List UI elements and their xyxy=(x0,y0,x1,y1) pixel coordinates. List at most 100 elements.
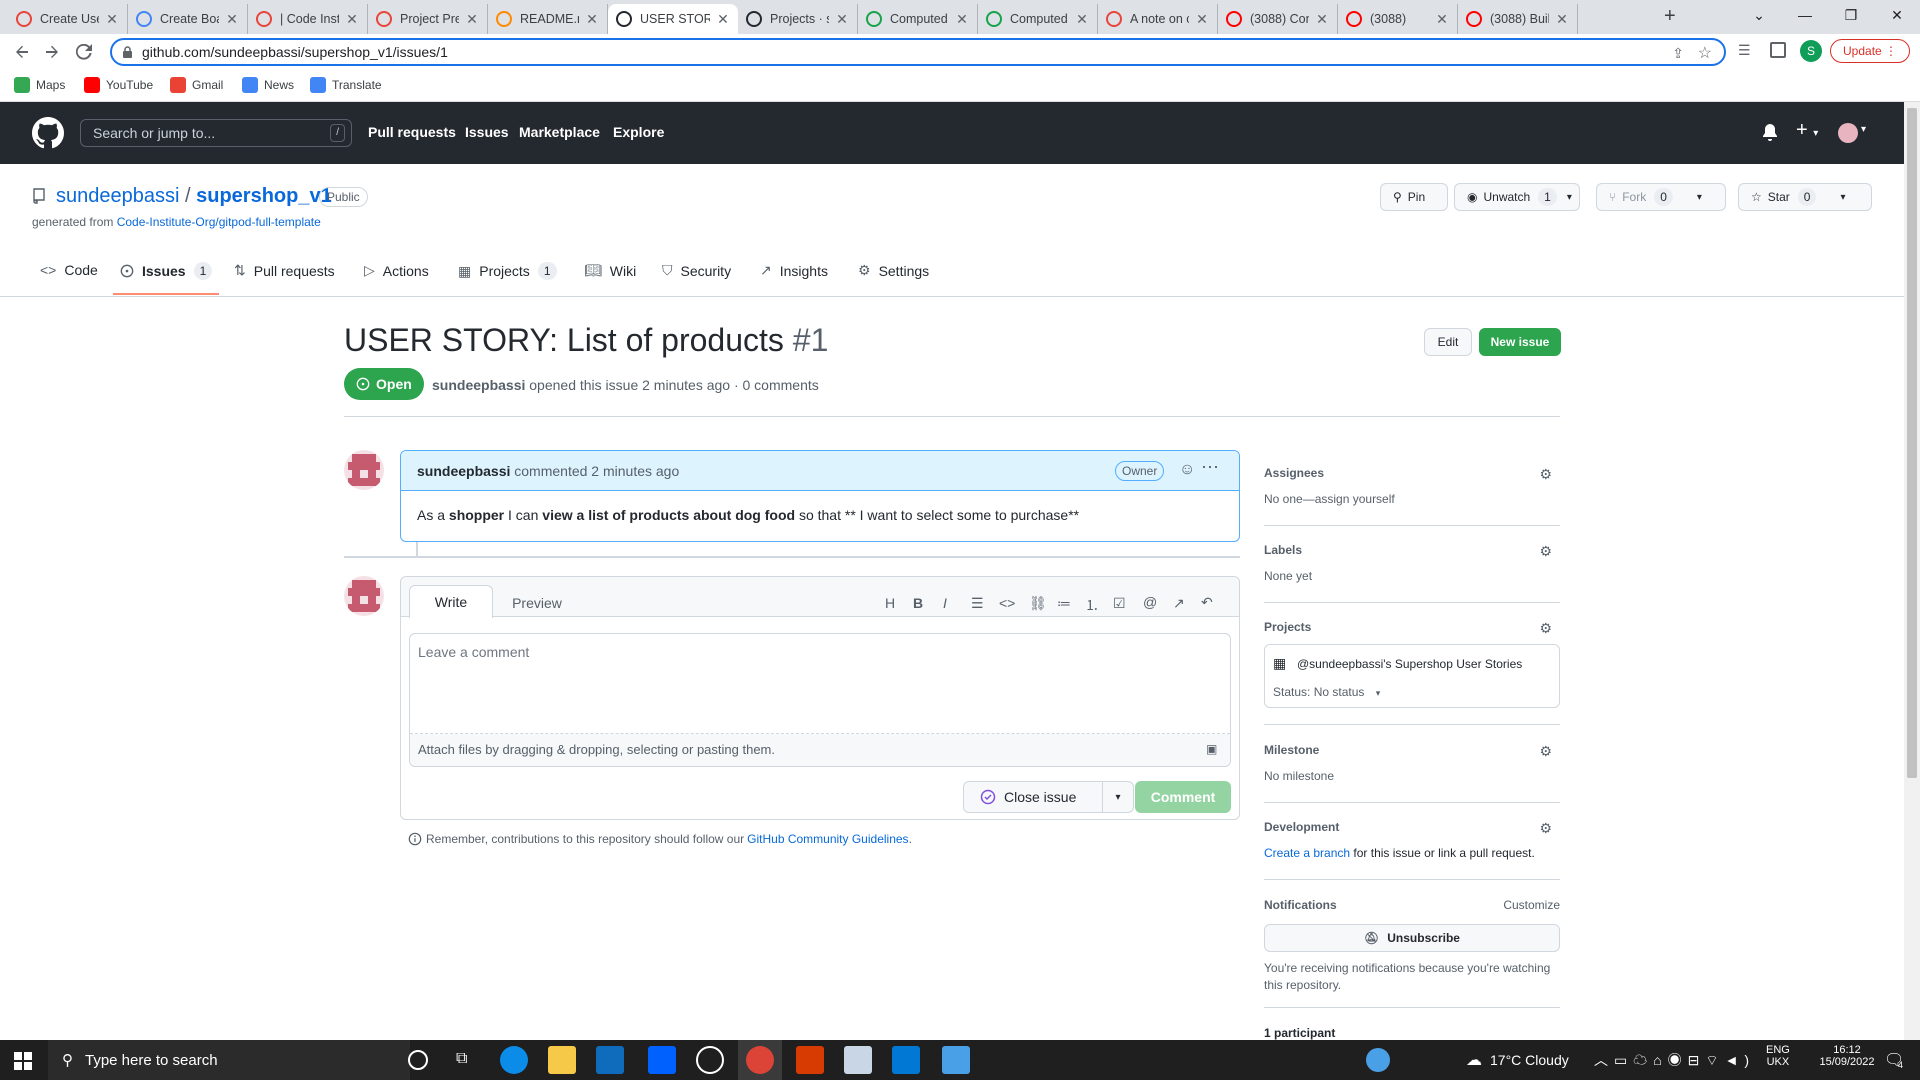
new-issue-button[interactable]: New issue xyxy=(1479,328,1561,356)
browser-tab[interactable]: USER STOR ✕ xyxy=(608,4,738,34)
code-brackets-icon[interactable]: <> xyxy=(999,595,1015,611)
tab-security[interactable]: ⛉ Security xyxy=(662,262,731,279)
close-tab-icon[interactable]: ✕ xyxy=(835,11,849,28)
github-search-input[interactable]: Search or jump to... / xyxy=(80,119,352,147)
close-tab-icon[interactable]: ✕ xyxy=(1435,11,1449,28)
ordered-list-icon[interactable]: ⒈ xyxy=(1085,595,1099,615)
browser-tab[interactable]: README.m ✕ xyxy=(488,4,608,34)
browser-tab[interactable]: Computed ✕ xyxy=(978,4,1098,34)
customize-link[interactable]: Customize xyxy=(1503,898,1560,912)
star-button[interactable]: ☆ Star 0 ▾ xyxy=(1738,183,1872,211)
edit-title-button[interactable]: Edit xyxy=(1424,328,1472,356)
share-icon[interactable]: ⇪ xyxy=(1672,45,1684,62)
close-tab-icon[interactable]: ✕ xyxy=(716,11,730,28)
repo-name-link[interactable]: supershop_v1 xyxy=(196,185,332,207)
cortana-icon[interactable] xyxy=(408,1050,428,1070)
close-tab-icon[interactable]: ✕ xyxy=(955,11,969,28)
browser-tab[interactable]: (3088) Cont ✕ xyxy=(1218,4,1338,34)
mention-icon[interactable]: @ xyxy=(1143,594,1157,610)
close-window-icon[interactable]: ✕ xyxy=(1874,0,1920,30)
comment-button[interactable]: Comment xyxy=(1135,781,1231,813)
development-gear-icon[interactable]: ⚙ xyxy=(1539,820,1552,837)
github-logo-icon[interactable] xyxy=(32,117,64,149)
browser-tab[interactable]: Project Pre ✕ xyxy=(368,4,488,34)
tab-settings[interactable]: ⚙ Settings xyxy=(858,262,929,279)
close-tab-icon[interactable]: ✕ xyxy=(585,11,599,28)
add-reaction-smiley-icon[interactable]: ☺ xyxy=(1179,461,1195,479)
fork-button[interactable]: ⑂ Fork 0 ▾ xyxy=(1596,183,1726,211)
notifications-bell-icon[interactable] xyxy=(1762,124,1778,142)
mail-icon[interactable] xyxy=(596,1046,624,1074)
weather-cloud-icon[interactable]: ☁ xyxy=(1466,1050,1482,1070)
close-tab-icon[interactable]: ✕ xyxy=(1315,11,1329,28)
projects-title[interactable]: Projects xyxy=(1264,620,1560,634)
preview-tab[interactable]: Preview xyxy=(497,595,577,611)
bookmark-item[interactable]: Gmail xyxy=(170,77,223,93)
bookmark-item[interactable]: News xyxy=(242,77,294,93)
close-tab-icon[interactable]: ✕ xyxy=(225,11,239,28)
update-button[interactable]: Update ⋮ xyxy=(1830,39,1911,63)
current-user-avatar[interactable] xyxy=(344,576,384,616)
browser-tab[interactable]: (3088) Build ✕ xyxy=(1458,4,1578,34)
edge-icon[interactable] xyxy=(500,1046,528,1074)
fork-dropdown-icon[interactable]: ▾ xyxy=(1697,192,1702,203)
close-tab-icon[interactable]: ✕ xyxy=(1075,11,1089,28)
language-indicator[interactable]: ENG UKX xyxy=(1766,1044,1790,1068)
projects-gear-icon[interactable]: ⚙ xyxy=(1539,620,1552,637)
chrome-icon[interactable] xyxy=(746,1046,774,1074)
close-tab-icon[interactable]: ✕ xyxy=(465,11,479,28)
pin-button[interactable]: ⚲ Pin xyxy=(1380,183,1448,211)
browser-tab[interactable]: Create User ✕ xyxy=(8,4,128,34)
browser-tab[interactable]: (3088) ✕ xyxy=(1338,4,1458,34)
new-tab-icon[interactable]: + xyxy=(1664,5,1676,28)
project-status-dropdown[interactable]: Status: No status ▾ xyxy=(1273,685,1380,699)
assignees-title[interactable]: Assignees xyxy=(1264,466,1560,480)
profile-avatar[interactable]: S xyxy=(1800,40,1822,62)
forward-icon[interactable] xyxy=(38,38,66,66)
write-tab[interactable]: Write xyxy=(409,585,493,618)
milestone-gear-icon[interactable]: ⚙ xyxy=(1539,743,1552,760)
help-icon[interactable] xyxy=(1366,1048,1390,1072)
nav-issues[interactable]: Issues xyxy=(465,124,509,140)
close-tab-icon[interactable]: ✕ xyxy=(1555,11,1569,28)
close-issue-button[interactable]: Close issue xyxy=(963,781,1103,813)
taskbar-search-box[interactable]: ⚲ Type here to search xyxy=(48,1040,410,1080)
labels-gear-icon[interactable]: ⚙ xyxy=(1539,543,1552,560)
minimize-window-icon[interactable]: — xyxy=(1782,0,1828,30)
nav-explore[interactable]: Explore xyxy=(613,124,664,140)
unsubscribe-button[interactable]: 🔕︎ Unsubscribe xyxy=(1264,924,1560,952)
page-scrollbar-thumb[interactable] xyxy=(1907,108,1917,778)
weather-text[interactable]: 17°C Cloudy xyxy=(1490,1052,1569,1068)
tab-issues[interactable]: Issues 1 xyxy=(120,262,213,280)
notepad-icon[interactable] xyxy=(844,1046,872,1074)
vscode-icon[interactable] xyxy=(892,1046,920,1074)
repo-owner-link[interactable]: sundeepbassi xyxy=(56,185,179,207)
create-new-icon[interactable]: + ▾ xyxy=(1796,119,1818,142)
restore-window-icon[interactable]: ❐ xyxy=(1828,0,1874,30)
nav-marketplace[interactable]: Marketplace xyxy=(519,124,600,140)
create-branch-link[interactable]: Create a branch xyxy=(1264,846,1350,860)
issue-author-link[interactable]: sundeepbassi xyxy=(432,377,525,393)
unwatch-dropdown-icon[interactable]: ▾ xyxy=(1567,192,1572,203)
browser-tab[interactable]: | Code Instit ✕ xyxy=(248,4,368,34)
saved-replies-icon[interactable]: ↶ xyxy=(1201,594,1213,611)
attach-files-hint[interactable]: Attach files by dragging & dropping, sel… xyxy=(418,742,775,757)
bold-icon[interactable]: B xyxy=(913,595,923,611)
dropbox-icon[interactable] xyxy=(648,1046,676,1074)
address-bar[interactable]: github.com/sundeepbassi/supershop_v1/iss… xyxy=(110,38,1726,66)
browser-tab[interactable]: A note on c ✕ xyxy=(1098,4,1218,34)
comment-author-link[interactable]: sundeepbassi xyxy=(417,463,510,479)
system-tray-icons[interactable]: ︿▭☁⌂◉⊟⌔◄) xyxy=(1594,1050,1755,1070)
browser-tab[interactable]: Projects · su ✕ xyxy=(738,4,858,34)
back-icon[interactable] xyxy=(8,38,36,66)
development-title[interactable]: Development xyxy=(1264,820,1560,834)
bookmark-item[interactable]: Maps xyxy=(14,77,65,93)
tab-actions[interactable]: ▷ Actions xyxy=(364,262,429,279)
task-list-icon[interactable]: ☑ xyxy=(1113,595,1126,612)
tab-pull-requests[interactable]: ⇅ Pull requests xyxy=(234,262,335,279)
office-icon[interactable] xyxy=(796,1046,824,1074)
unordered-list-icon[interactable]: ≔ xyxy=(1057,595,1071,612)
tab-insights[interactable]: ↗ Insights xyxy=(760,262,828,279)
reading-list-icon[interactable]: ☰ xyxy=(1738,42,1751,59)
star-dropdown-icon[interactable]: ▾ xyxy=(1840,192,1845,203)
